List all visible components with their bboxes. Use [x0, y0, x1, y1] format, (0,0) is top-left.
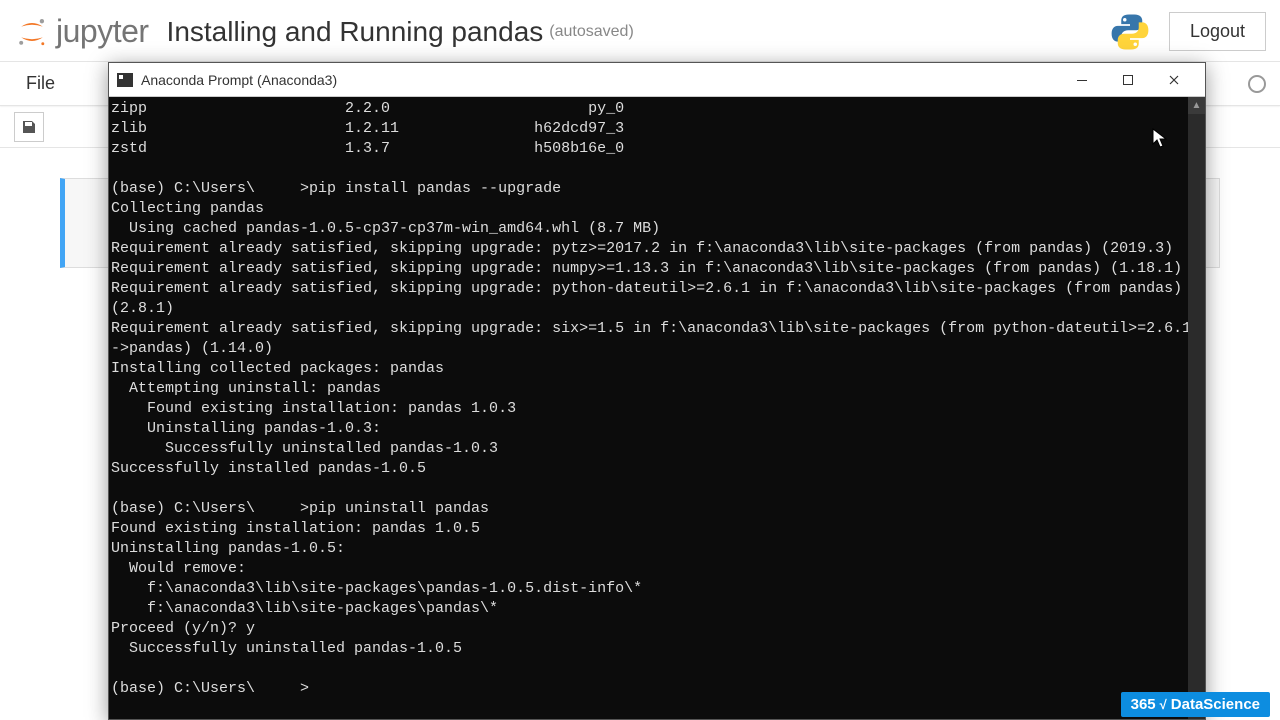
minimize-button[interactable] [1059, 63, 1105, 97]
brand-suffix: DataScience [1171, 696, 1260, 713]
python-logo-icon [1109, 11, 1151, 53]
logout-button[interactable]: Logout [1169, 12, 1266, 51]
close-button[interactable] [1151, 63, 1197, 97]
scroll-up-icon[interactable]: ▲ [1188, 97, 1205, 114]
save-button[interactable] [14, 112, 44, 142]
brand-check-icon: √ [1160, 697, 1167, 712]
cmd-app-icon [117, 73, 133, 87]
anaconda-prompt-window: Anaconda Prompt (Anaconda3) zipp 2.2.0 p… [108, 62, 1206, 720]
kernel-indicator-icon[interactable] [1248, 75, 1266, 93]
brand-prefix: 365 [1131, 696, 1156, 713]
menu-file[interactable]: File [14, 67, 67, 100]
jupyter-logo-text: jupyter [56, 13, 149, 50]
terminal-output[interactable]: zipp 2.2.0 py_0 zlib 1.2.11 h62dcd97_3 z… [109, 97, 1188, 719]
jupyter-logo-icon [14, 14, 50, 50]
cmd-title: Anaconda Prompt (Anaconda3) [141, 72, 337, 88]
brand-badge: 365 √ DataScience [1121, 692, 1270, 717]
jupyter-header: jupyter Installing and Running pandas (a… [0, 0, 1280, 62]
jupyter-logo[interactable]: jupyter [14, 13, 149, 50]
cmd-titlebar[interactable]: Anaconda Prompt (Anaconda3) [109, 63, 1205, 97]
cmd-scrollbar[interactable]: ▲ [1188, 97, 1205, 719]
maximize-button[interactable] [1105, 63, 1151, 97]
notebook-title[interactable]: Installing and Running pandas [167, 16, 544, 48]
autosave-status: (autosaved) [549, 23, 634, 41]
